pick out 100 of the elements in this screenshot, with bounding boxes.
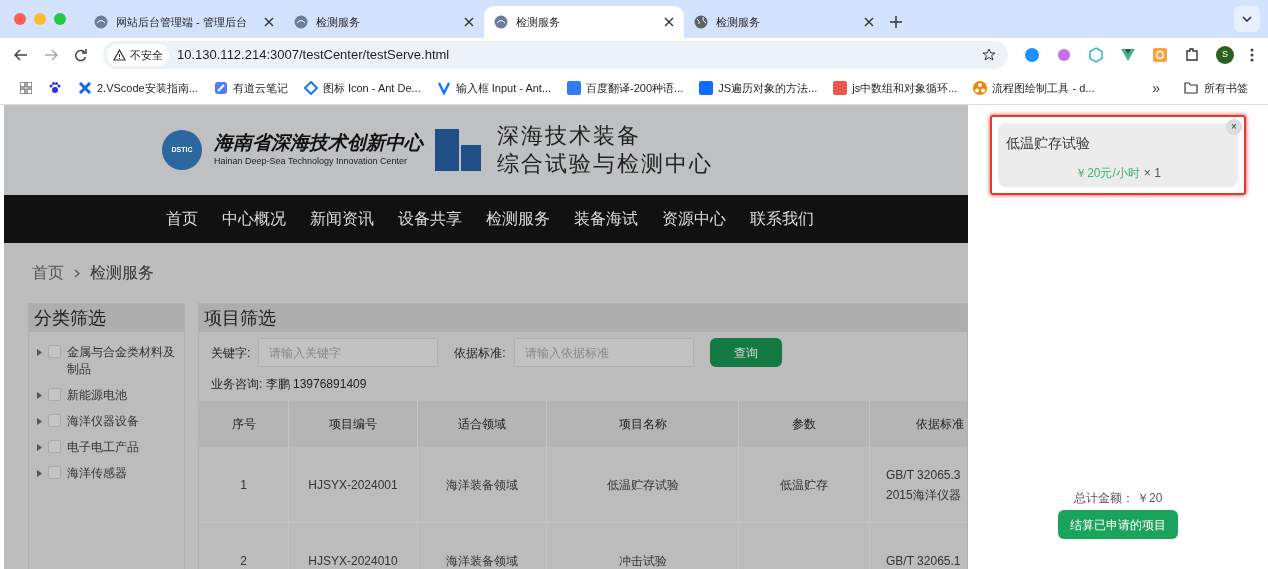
browser-tab[interactable]: 网站后台管理端 - 管理后台 xyxy=(84,6,284,38)
browser-tab[interactable]: 检测服务 xyxy=(484,6,684,38)
bookmark[interactable]: 百度翻译-200种语... xyxy=(567,79,684,97)
browser-tab[interactable]: 检测服务 xyxy=(284,6,484,38)
forward-icon[interactable] xyxy=(44,49,58,61)
v-logo-icon[interactable] xyxy=(1120,47,1136,63)
checkbox[interactable] xyxy=(48,388,61,401)
security-chip[interactable]: 不安全 xyxy=(107,44,169,66)
profile-avatar[interactable]: S xyxy=(1216,46,1234,64)
table-cell-text: GB/T 32065.1 xyxy=(886,552,961,569)
chevron-right-icon xyxy=(74,268,80,278)
checkbox[interactable] xyxy=(48,466,61,479)
column-header: 适合领域 xyxy=(418,401,547,447)
nav-link[interactable]: 新闻资讯 xyxy=(308,207,376,231)
window-control-icon[interactable] xyxy=(14,13,26,25)
globe-icon xyxy=(694,15,708,29)
remove-button[interactable]: × xyxy=(1226,119,1242,135)
column-header: 项目名称 xyxy=(547,401,739,447)
field-label: 关键字: xyxy=(211,344,251,362)
buildings-icon xyxy=(435,129,481,171)
table-cell-text: 低温贮存 xyxy=(780,476,828,494)
logo-title: 海南省深海技术创新中心 xyxy=(214,131,423,156)
url-text: 10.130.112.214:3007/testCenter/testServe.html xyxy=(177,46,451,65)
nav-link[interactable]: 资源中心 xyxy=(660,207,728,231)
note-icon xyxy=(213,81,228,95)
bookmark[interactable]: js中数组和对象循环... xyxy=(833,79,958,97)
checkbox[interactable] xyxy=(48,440,61,453)
square-ring-icon[interactable] xyxy=(1152,47,1168,63)
column-header: 序号 xyxy=(199,401,289,447)
table-cell-text: HJSYX-2024010 xyxy=(308,552,398,569)
bookmark[interactable]: 有道云笔记 xyxy=(213,79,288,97)
logo-subtitle: Hainan Deep-Sea Technology Innovation Center xyxy=(214,155,408,169)
category-item[interactable]: 新能源电池 xyxy=(37,387,178,404)
bookmark[interactable]: 图标 Icon - Ant De... xyxy=(303,79,421,97)
table-cell-text: 低温贮存试验 xyxy=(606,476,679,494)
center-title: 深海技术装备 xyxy=(497,122,642,150)
star-icon[interactable] xyxy=(982,48,996,62)
category-item[interactable]: 海洋传感器 xyxy=(37,465,178,482)
field-label: 依据标准: xyxy=(454,344,506,362)
puzzle-icon[interactable] xyxy=(1184,47,1200,63)
warning-icon xyxy=(113,49,126,61)
nav-link[interactable]: 中心概况 xyxy=(220,207,288,231)
nav-link[interactable]: 装备海试 xyxy=(572,207,640,231)
contact-text: 业务咨询: 李鹏 13976891409 xyxy=(210,376,368,393)
table-cell-text: 2015海洋仪器 xyxy=(886,486,961,504)
panel-title: 项目筛选 xyxy=(199,304,967,332)
close-icon[interactable] xyxy=(264,17,274,27)
close-icon[interactable] xyxy=(464,17,474,27)
close-icon[interactable] xyxy=(664,17,674,27)
tab-list-button[interactable] xyxy=(1234,6,1260,32)
close-icon[interactable] xyxy=(864,17,874,27)
expand-arrow-icon xyxy=(37,444,42,451)
folder-icon xyxy=(1184,82,1198,94)
address-bar[interactable]: 不安全 10.130.112.214:3007/testCenter/testServe.html xyxy=(103,41,1008,69)
new-tab-icon[interactable] xyxy=(890,16,902,28)
column-header: 项目编号 xyxy=(289,401,418,447)
more-menu-icon[interactable] xyxy=(1250,48,1254,62)
site-logo-icon xyxy=(94,15,108,29)
table-cell-text: GB/T 32065.3 xyxy=(886,466,961,484)
nav-link[interactable]: 联系我们 xyxy=(748,207,816,231)
column-header: 参数 xyxy=(739,401,870,447)
table-cell-text: 1 xyxy=(240,476,247,494)
bookmark[interactable]: JS遍历对象的方法... xyxy=(699,79,818,97)
expand-arrow-icon xyxy=(37,349,42,356)
item-quantity: × 1 xyxy=(1143,165,1161,182)
table-cell-text: 海洋装备领域 xyxy=(446,552,518,569)
reload-icon[interactable] xyxy=(74,48,87,62)
bookmark[interactable]: 2.VScode安装指南... xyxy=(78,79,198,97)
apps-grid-icon[interactable] xyxy=(20,82,32,94)
paw-icon[interactable] xyxy=(48,81,62,95)
table-cell-text: 海洋装备领域 xyxy=(446,476,518,494)
site-logo-icon xyxy=(294,15,308,29)
breadcrumb-link[interactable]: 首页 xyxy=(32,261,64,285)
item-price: ￥20元/小时 xyxy=(1075,165,1140,182)
back-icon[interactable] xyxy=(14,49,28,61)
panel-title: 分类筛选 xyxy=(29,304,184,332)
nav-link[interactable]: 首页 xyxy=(164,207,200,231)
checkbox[interactable] xyxy=(48,414,61,427)
bookmark[interactable]: 流程图绘制工具 - d... xyxy=(973,79,1095,97)
checkbox[interactable] xyxy=(48,345,61,358)
item-name: 低温贮存试验 xyxy=(1006,134,1091,153)
nav-link[interactable]: 设备共享 xyxy=(396,207,464,231)
breadcrumb-current: 检测服务 xyxy=(90,263,154,283)
category-item[interactable]: 金属与合金类材料及制品 xyxy=(37,344,178,378)
more-bookmarks-button[interactable]: » xyxy=(1152,77,1160,99)
nav-link[interactable]: 检测服务 xyxy=(484,207,552,231)
square-logo-icon xyxy=(699,81,714,95)
bookmark[interactable]: 输入框 Input - Ant... xyxy=(436,79,552,97)
square-logo-icon xyxy=(833,81,848,95)
window-control-icon[interactable] xyxy=(54,13,66,25)
cross-icon xyxy=(78,81,92,95)
hexagon-icon[interactable] xyxy=(1088,47,1104,63)
expand-arrow-icon xyxy=(37,418,42,425)
browser-tab[interactable]: 检测服务 xyxy=(684,6,884,38)
category-item[interactable]: 电子电工产品 xyxy=(37,439,178,456)
query-button[interactable]: 查询 xyxy=(709,338,782,367)
category-item[interactable]: 海洋仪器设备 xyxy=(37,413,178,430)
all-bookmarks-button[interactable]: 所有书签 xyxy=(1184,79,1248,97)
flow-icon xyxy=(973,81,988,95)
diamond-icon xyxy=(303,81,318,95)
